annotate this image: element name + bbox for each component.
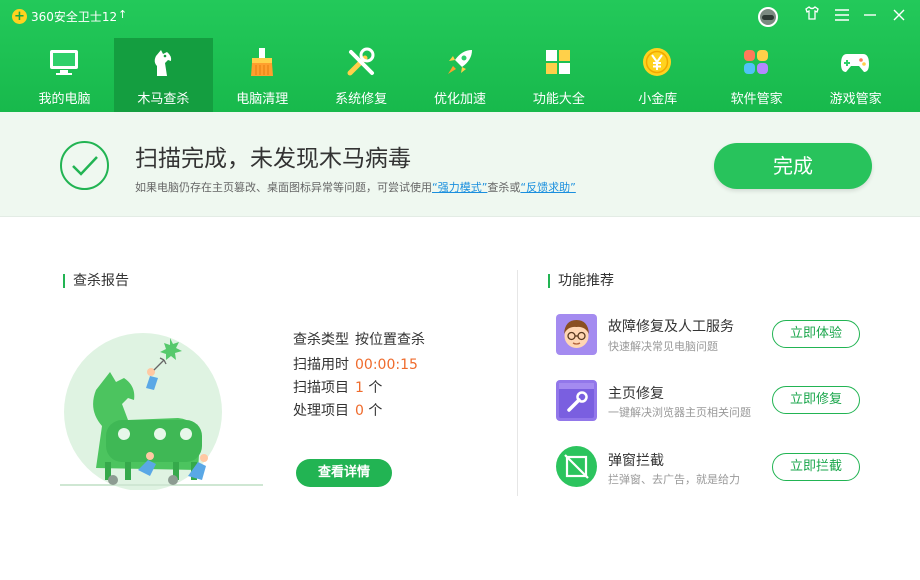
broom-icon: [246, 46, 278, 78]
check-icon: [60, 141, 109, 190]
minimize-icon[interactable]: [857, 4, 883, 28]
close-icon[interactable]: [886, 4, 912, 28]
nav-item-vault[interactable]: 小金库: [608, 38, 707, 112]
recommend-section-title: 功能推荐: [548, 274, 614, 288]
title-bar: + 360安全卫士12 ↑: [0, 0, 920, 32]
stat-label: 处理项目: [293, 403, 349, 419]
app-logo-icon: +: [12, 9, 27, 24]
homepage-repair-icon: [556, 380, 597, 421]
rec-item-subtitle: 快速解决常见电脑问题: [608, 340, 718, 353]
stat-value: 00:00:15: [355, 357, 418, 373]
update-icon[interactable]: ↑: [118, 8, 127, 21]
nav-item-trojan-scan[interactable]: 木马查杀: [113, 38, 213, 112]
stat-value: 1: [355, 380, 364, 396]
nav-label: 优化加速: [434, 92, 487, 107]
nav-label: 电脑清理: [236, 92, 289, 107]
handled-items-row: 处理项目 0 个: [293, 400, 382, 420]
scan-type-row: 查杀类型 按位置查杀: [293, 329, 425, 349]
block-now-button[interactable]: 立即拦截: [772, 453, 860, 481]
section-divider: [517, 270, 518, 496]
nav-label: 系统修复: [335, 92, 388, 107]
nav-label: 游戏管家: [829, 92, 882, 107]
rec-item-subtitle: 一键解决浏览器主页相关问题: [608, 406, 751, 419]
nav-item-cleanup[interactable]: 电脑清理: [213, 38, 312, 112]
nav-item-system-repair[interactable]: 系统修复: [312, 38, 411, 112]
monitor-icon: [48, 46, 80, 78]
rec-item-title: 弹窗拦截: [608, 453, 664, 469]
grid-icon: [542, 46, 574, 78]
header: + 360安全卫士12 ↑ 我的电脑 木马查杀 电脑清理 系统修复 优化加速 功…: [0, 0, 920, 112]
nav-label: 小金库: [638, 92, 678, 107]
scanned-items-row: 扫描项目 1 个: [293, 377, 382, 397]
stat-label: 扫描项目: [293, 380, 349, 396]
power-mode-link[interactable]: “强力模式”: [432, 181, 487, 194]
stat-value: 0: [355, 403, 364, 419]
hint-text: 如果电脑仍存在主页篡改、桌面图标异常等问题，可尝试使用: [135, 181, 432, 194]
nav-label: 软件管家: [730, 92, 783, 107]
apps-icon: [740, 46, 772, 78]
stat-label: 查杀类型: [293, 332, 349, 348]
nav-item-game-manager[interactable]: 游戏管家: [806, 38, 905, 112]
coin-icon: [641, 46, 673, 78]
stat-unit: 个: [363, 380, 383, 396]
scan-result-hint: 如果电脑仍存在主页篡改、桌面图标异常等问题，可尝试使用“强力模式”查杀或“反馈求…: [135, 179, 576, 195]
popup-block-icon: [556, 446, 597, 487]
menu-icon[interactable]: [829, 4, 855, 28]
hint-text: 查杀或: [487, 181, 521, 194]
support-agent-icon: [556, 314, 597, 355]
nav-label: 木马查杀: [137, 92, 190, 107]
rocket-icon: [444, 46, 476, 78]
nav-item-all-features[interactable]: 功能大全: [509, 38, 608, 112]
nav-item-speedup[interactable]: 优化加速: [411, 38, 510, 112]
report-section-title: 查杀报告: [63, 274, 129, 288]
nav-label: 功能大全: [532, 92, 585, 107]
try-now-button[interactable]: 立即体验: [772, 320, 860, 348]
tools-icon: [345, 46, 377, 78]
rec-item-subtitle: 拦弹窗、去广告，就是给力: [608, 473, 740, 486]
trojan-horse-illustration: [58, 330, 268, 491]
scan-duration-row: 扫描用时 00:00:15: [293, 354, 418, 374]
view-details-button[interactable]: 查看详情: [296, 459, 392, 487]
nav-item-my-computer[interactable]: 我的电脑: [15, 38, 114, 112]
rec-item-title: 主页修复: [608, 386, 664, 402]
skin-icon[interactable]: [799, 4, 825, 28]
stat-unit: 个: [363, 403, 383, 419]
main-nav: 我的电脑 木马查杀 电脑清理 系统修复 优化加速 功能大全 小金库 软件管家 游…: [15, 38, 905, 112]
done-button[interactable]: 完成: [714, 143, 872, 189]
stat-value: 按位置查杀: [355, 332, 425, 348]
repair-now-button[interactable]: 立即修复: [772, 386, 860, 414]
nav-label: 我的电脑: [38, 92, 91, 107]
rec-item-title: 故障修复及人工服务: [608, 319, 734, 335]
app-title: 360安全卫士12: [31, 10, 118, 24]
horse-icon: [147, 46, 179, 78]
scan-result-title: 扫描完成，未发现木马病毒: [135, 146, 411, 172]
gamepad-icon: [839, 46, 871, 78]
feedback-link[interactable]: “反馈求助”: [520, 181, 575, 194]
nav-item-software-manager[interactable]: 软件管家: [707, 38, 806, 112]
user-avatar[interactable]: [758, 7, 778, 27]
stat-label: 扫描用时: [293, 357, 349, 373]
